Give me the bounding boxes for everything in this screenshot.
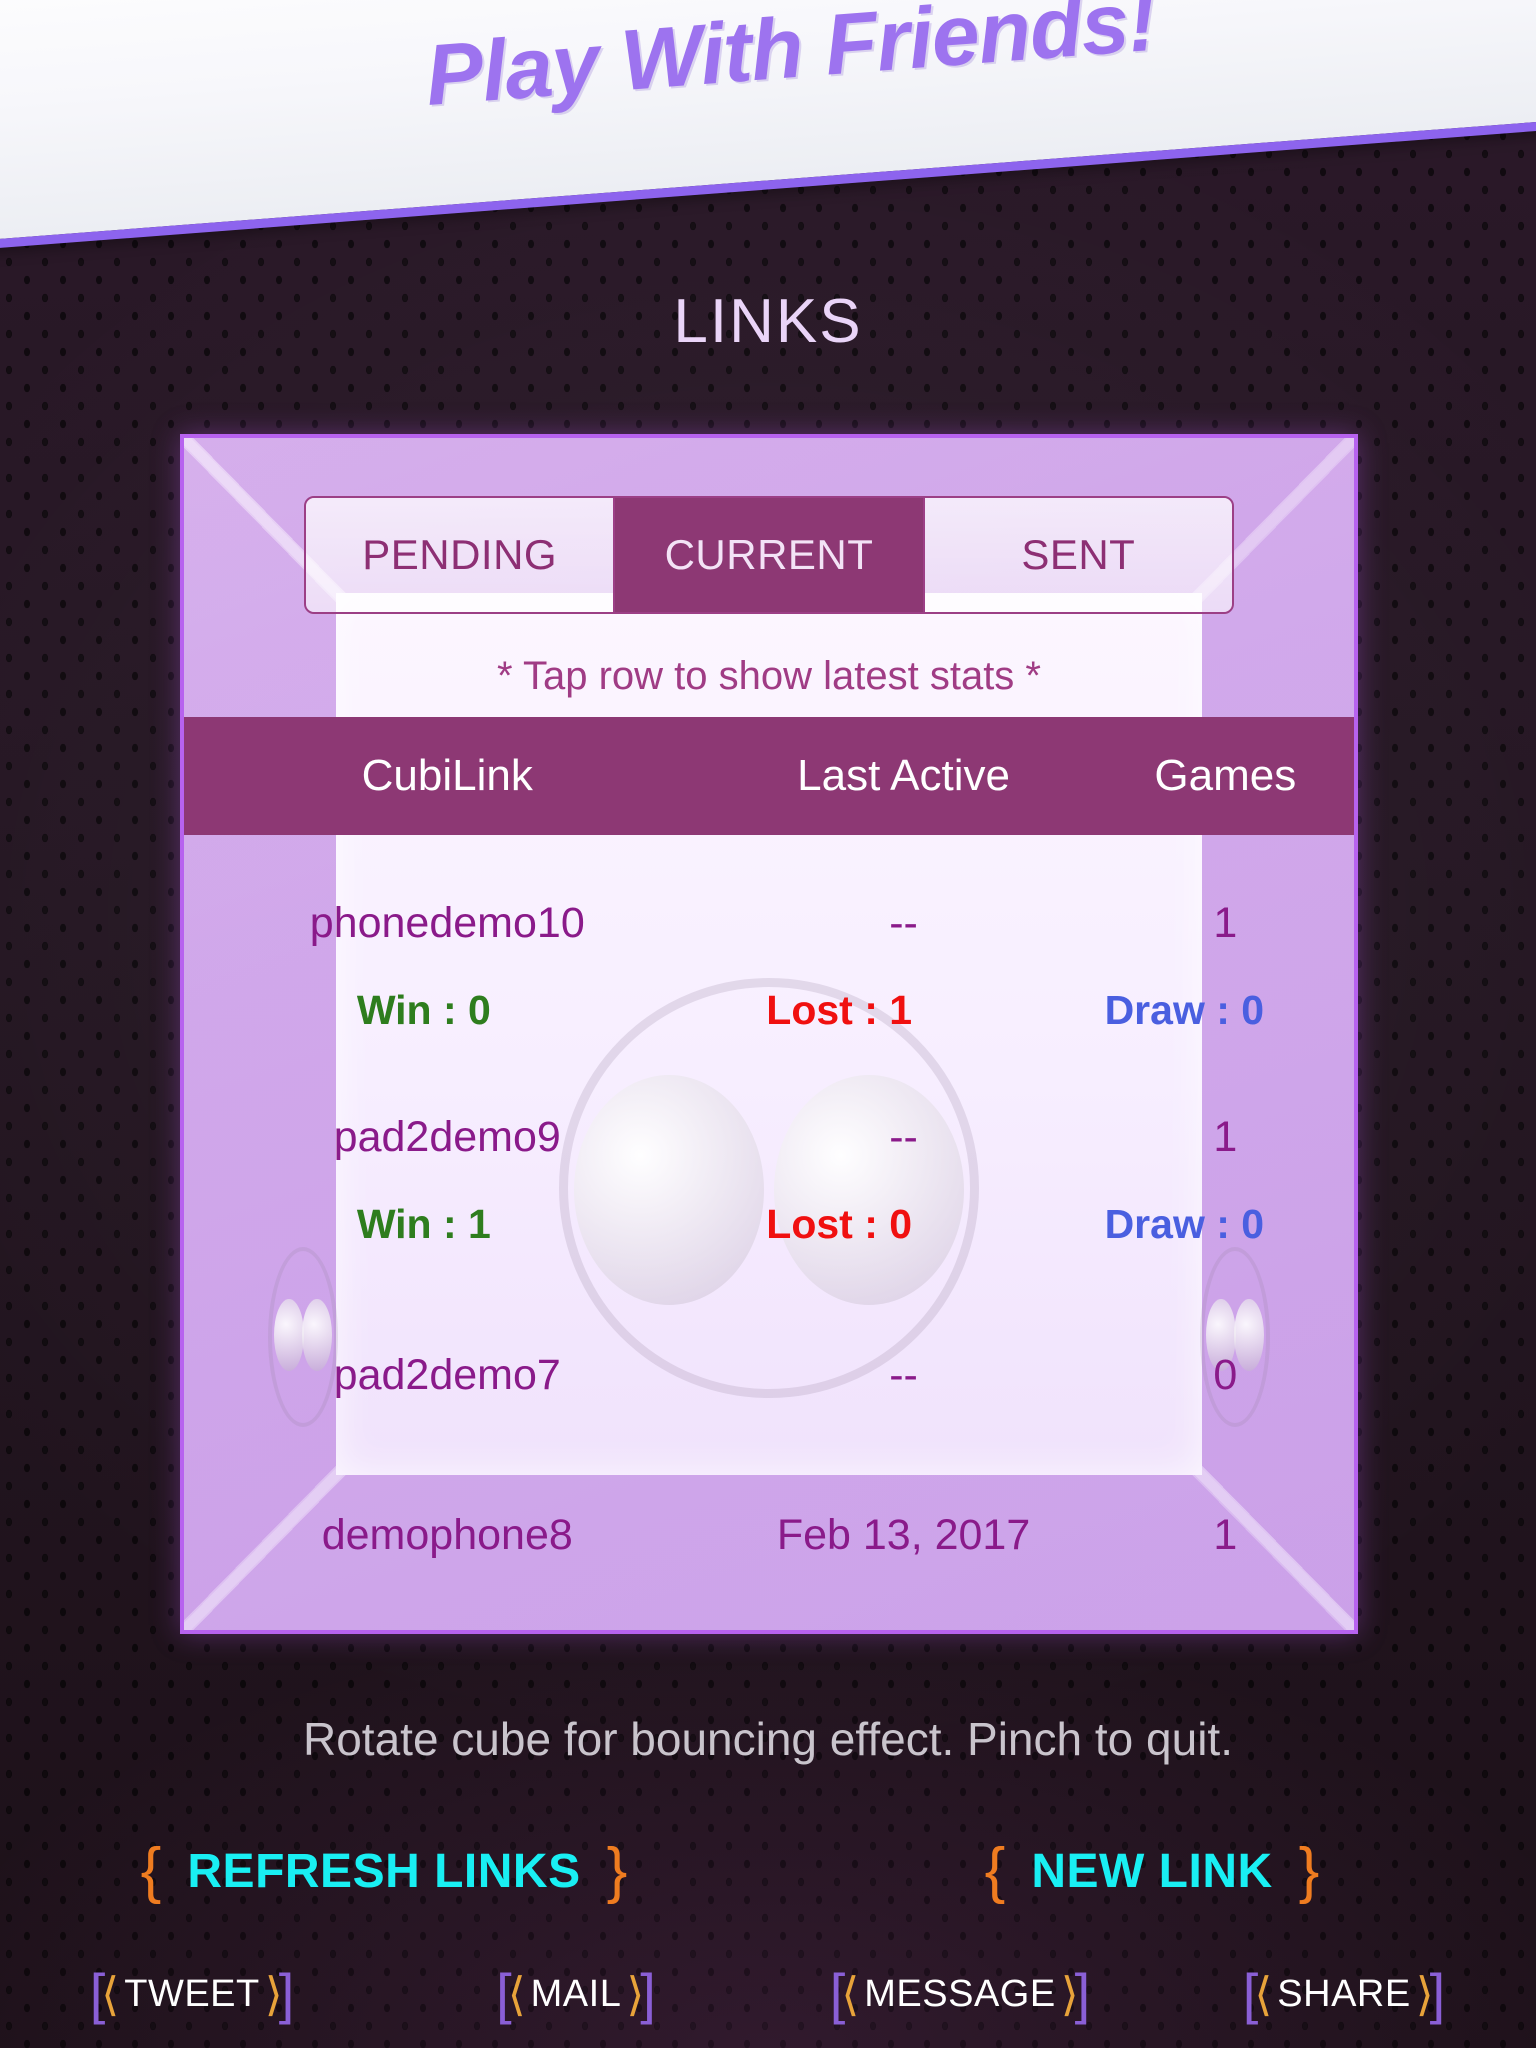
stat-lost: Lost : 0 — [766, 1200, 913, 1247]
tab-pending[interactable]: PENDING — [306, 498, 614, 612]
table-row[interactable]: pad2demo7 -- 0 — [184, 1327, 1354, 1423]
cell-cubilink: pad2demo7 — [333, 1350, 561, 1399]
angle-left-icon: ⟨ — [841, 1968, 860, 2020]
tab-current-label: CURRENT — [664, 531, 874, 578]
cell-cubilink: phonedemo10 — [309, 898, 585, 947]
tab-pending-label: PENDING — [362, 531, 558, 578]
column-header-games: Games — [1154, 751, 1297, 800]
cell-games: 1 — [1213, 1112, 1238, 1161]
table-row[interactable]: phonedemo10 -- 1 — [184, 875, 1354, 971]
stat-draw: Draw : 0 — [1104, 986, 1265, 1033]
page-title: LINKS — [673, 287, 863, 356]
mail-label: MAIL — [530, 1972, 622, 2015]
new-link-label: NEW LINK — [1031, 1844, 1273, 1898]
tweet-label: TWEET — [124, 1972, 260, 2015]
refresh-links-button[interactable]: { REFRESH LINKS } — [0, 1840, 768, 1902]
table-row[interactable]: demophone8 Feb 13, 2017 1 — [184, 1487, 1354, 1583]
action-bar: { REFRESH LINKS } { NEW LINK } — [0, 1840, 1536, 1902]
cube-content: PENDING CURRENT SENT * Tap row to show l… — [184, 438, 1354, 1630]
tab-current[interactable]: CURRENT — [613, 498, 923, 612]
app-root: Play With Friends! LINKS PENDING CURRENT… — [0, 0, 1536, 2048]
links-table: CubiLink Last Active Games phonedemo10 -… — [184, 717, 1354, 1583]
share-bar: [ ⟨ TWEET ⟩ ] [ ⟨ MAIL ⟩ ] [ ⟨ MESSAGE ⟩… — [0, 1966, 1536, 2022]
table-row[interactable]: pad2demo9 -- 1 — [184, 1089, 1354, 1185]
bracket-right-icon: ] — [1074, 1962, 1091, 2025]
share-button[interactable]: [ ⟨ SHARE ⟩ ] — [1152, 1966, 1536, 2022]
angle-left-icon: ⟨ — [1254, 1968, 1273, 2020]
tweet-button[interactable]: [ ⟨ TWEET ⟩ ] — [0, 1966, 384, 2022]
cell-last-active: Feb 13, 2017 — [776, 1510, 1031, 1559]
cell-last-active: -- — [889, 898, 918, 947]
mail-button[interactable]: [ ⟨ MAIL ⟩ ] — [384, 1966, 768, 2022]
segmented-tabs: PENDING CURRENT SENT — [304, 496, 1234, 614]
column-header-cubilink: CubiLink — [361, 751, 533, 800]
row-spacer — [184, 1423, 1354, 1487]
tab-sent[interactable]: SENT — [922, 498, 1232, 612]
cell-games: 1 — [1213, 898, 1238, 947]
table-header-row: CubiLink Last Active Games — [184, 717, 1354, 835]
new-link-button[interactable]: { NEW LINK } — [768, 1840, 1536, 1902]
refresh-links-label: REFRESH LINKS — [187, 1844, 581, 1898]
cell-games: 0 — [1213, 1350, 1238, 1399]
stat-win: Win : 1 — [356, 1200, 491, 1247]
row-spacer — [184, 1049, 1354, 1089]
angle-left-icon: ⟨ — [507, 1968, 526, 2020]
message-button[interactable]: [ ⟨ MESSAGE ⟩ ] — [768, 1966, 1152, 2022]
bracket-right-icon: ] — [640, 1962, 656, 2025]
cell-last-active: -- — [889, 1112, 918, 1161]
angle-left-icon: ⟨ — [101, 1968, 120, 2020]
share-label: SHARE — [1277, 1972, 1411, 2015]
cube-faces: PENDING CURRENT SENT * Tap row to show l… — [180, 434, 1358, 1634]
bracket-right-icon: ] — [278, 1962, 295, 2025]
row-stats: Win : 1 Lost : 0 Draw : 0 — [184, 1185, 1354, 1263]
tap-row-hint: * Tap row to show latest stats * — [497, 654, 1041, 698]
row-stats: Win : 0 Lost : 1 Draw : 0 — [184, 971, 1354, 1049]
brace-close-icon: } — [606, 1836, 628, 1905]
brace-close-icon: } — [1298, 1836, 1320, 1905]
stat-lost: Lost : 1 — [766, 986, 913, 1033]
bracket-right-icon: ] — [1429, 1962, 1446, 2025]
app-title: Play With Friends! — [422, 0, 1159, 124]
cell-cubilink: demophone8 — [321, 1510, 573, 1559]
cell-last-active: -- — [889, 1350, 918, 1399]
stat-draw: Draw : 0 — [1104, 1200, 1265, 1247]
stat-win: Win : 0 — [356, 986, 491, 1033]
brace-open-icon: { — [140, 1836, 162, 1905]
cell-cubilink: pad2demo9 — [333, 1112, 561, 1161]
gesture-hint: Rotate cube for bouncing effect. Pinch t… — [303, 1713, 1233, 1765]
row-spacer — [184, 1263, 1354, 1327]
brace-open-icon: { — [984, 1836, 1006, 1905]
column-header-last-active: Last Active — [797, 751, 1010, 800]
tab-sent-label: SENT — [1021, 531, 1136, 578]
message-label: MESSAGE — [864, 1972, 1056, 2015]
cell-games: 1 — [1213, 1510, 1238, 1559]
cube-panel[interactable]: PENDING CURRENT SENT * Tap row to show l… — [180, 434, 1358, 1634]
